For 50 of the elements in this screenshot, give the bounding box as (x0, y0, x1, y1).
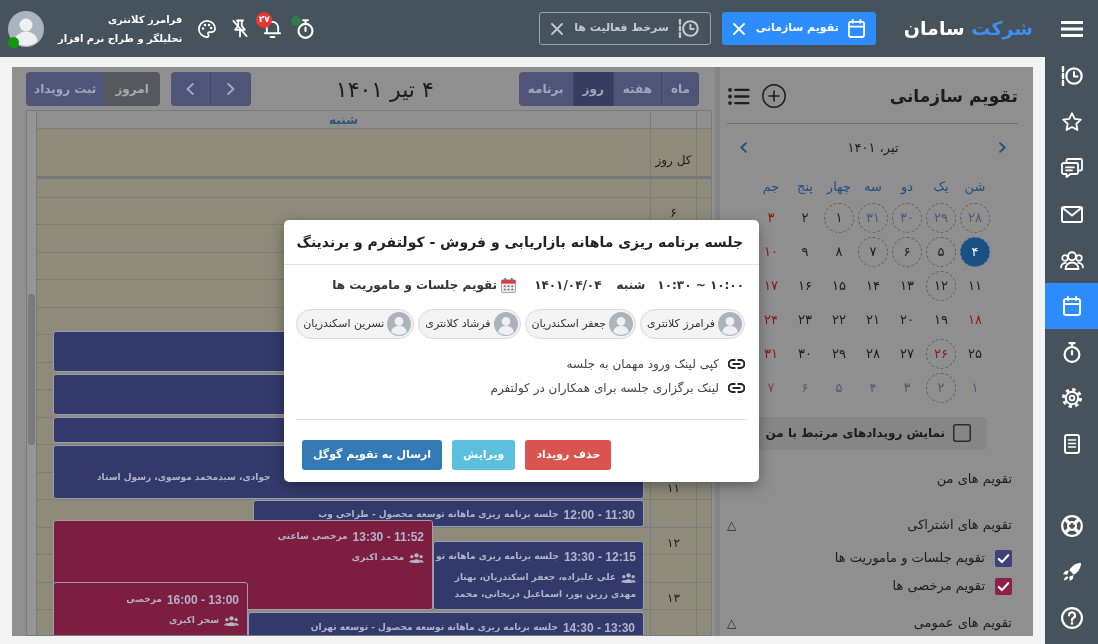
calendar-title: ۴ تیر ۱۴۰۱ (335, 75, 434, 104)
event-title: جلسه برنامه ریزی ماهانه توسعه محصول - توسعه تهران (310, 621, 558, 635)
event-date: ۱۴۰۱/۰۴/۰۴ (534, 277, 602, 294)
hour-label: ۱۳ (667, 592, 680, 604)
calendar-name: تقویم جلسات و ماموریت ها (834, 549, 985, 568)
event-attendees: محمد اکبری (351, 551, 404, 564)
calendar-name: تقویم مرخصی ها (892, 577, 985, 596)
weekday-label: یک (933, 177, 949, 195)
event-attendees: مهدی زرین پور، اسماعیل دریجانی، محمد (454, 587, 636, 601)
weekday-label: شن (964, 177, 986, 195)
section-title: تقویم های من (936, 470, 1012, 489)
event-title: مرخصی (126, 593, 162, 607)
notification-badge: ۲۷ (256, 12, 273, 28)
attendee-name: نسرین اسکندریان (303, 315, 385, 332)
event-time: 13:00 - 16:00 (166, 592, 239, 609)
calendar-name: تقویم جلسات و ماموریت ها (332, 277, 498, 294)
weekday-label: سه (864, 177, 882, 195)
event-time: 11:52 - 13:30 (352, 529, 424, 546)
event-attendees: سحر اکبری (169, 614, 219, 628)
panel-title: تقویم سازمانی (889, 84, 1018, 108)
hour-label: ۱۲ (667, 537, 680, 549)
event-time: ۱۰:۰۰ ~ ۱۰:۳۰ (657, 277, 744, 294)
day-header: شنبه (329, 111, 358, 129)
month-label: تیر، ۱۴۰۱ (847, 139, 899, 158)
filter-label: نمایش رویدادهای مرتبط با من (765, 425, 945, 443)
weekday-label: چهار (826, 177, 852, 195)
event-title: جلسه برنامه ریزی ماهانه توسعه محصول - طراحی وب (318, 508, 559, 522)
attendee-name: فرامرز کلانتری (647, 315, 715, 332)
event-title: جلسه برنامه ریزی ماهانه تو (436, 550, 559, 564)
event-time: 11:30 - 12:00 (563, 507, 635, 524)
user-role: تحلیلگر و طراح نرم افزار (58, 31, 183, 46)
event-time: 13:30 - 14:30 (562, 620, 635, 635)
dialog-title: جلسه برنامه ریزی ماهانه بازاریابی و فروش - کولتفرم و برندینگ (296, 232, 743, 253)
event-time: 12:15 - 13:30 (563, 549, 636, 566)
weekday-label: جم (762, 177, 780, 195)
attendee-name: فرشاد کلانتری (425, 315, 491, 332)
company-logo: شرکت سامان (903, 16, 1033, 42)
section-title: تقویم های اشتراکی (907, 516, 1012, 535)
event-attendees: علی علیزاده، جعفر اسکندریان، بهناز (454, 571, 616, 585)
weekday-label: پنج (797, 177, 813, 195)
weekday-label: دو (900, 177, 914, 195)
event-title: مرخصی ساعتی (277, 530, 348, 544)
hour-label: ۶ (670, 207, 677, 219)
attendee-name: جعفر اسکندریان (531, 315, 606, 332)
user-name: فرامرز کلانتری (106, 12, 183, 27)
all-day-label: کل روز (655, 152, 692, 169)
section-title: تقویم های عمومی (913, 614, 1012, 633)
event-weekday: شنبه (616, 277, 646, 294)
hour-label: ۱۱ (667, 482, 680, 494)
event-attendees: جوادی، سیدمحمد موسوی، رسول استاد (97, 471, 271, 485)
